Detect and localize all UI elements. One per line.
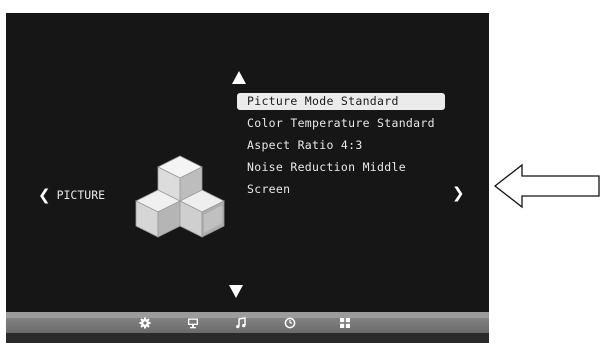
grid-icon[interactable] (339, 317, 351, 329)
clock-icon[interactable] (284, 317, 296, 329)
tv-osd-screen: Picture Mode Standard Color Temperature … (6, 13, 489, 343)
nav-left-label: PICTURE (56, 188, 106, 202)
triangle-up-icon[interactable] (232, 71, 246, 84)
menu-item-color-temperature[interactable]: Color Temperature Standard (235, 113, 445, 135)
nav-left-picture[interactable]: ❮ PICTURE (38, 186, 105, 204)
music-note-icon[interactable] (235, 317, 247, 329)
picture-cubes-icon (135, 155, 225, 238)
triangle-down-icon[interactable] (229, 285, 243, 298)
chevron-right-icon[interactable]: ❯ (452, 183, 465, 202)
menu-item-aspect-ratio[interactable]: Aspect Ratio 4:3 (235, 135, 445, 157)
gear-icon[interactable] (139, 317, 151, 329)
menu-item-screen[interactable]: Screen (235, 179, 445, 201)
menu-item-picture-mode[interactable]: Picture Mode Standard (237, 93, 445, 110)
monitor-icon[interactable] (187, 317, 199, 329)
picture-menu: Picture Mode Standard Color Temperature … (235, 91, 445, 201)
left-arrow-annotation-icon (493, 163, 600, 209)
menu-category-bar (6, 312, 489, 333)
bottom-strip (6, 333, 489, 343)
menu-item-noise-reduction[interactable]: Noise Reduction Middle (235, 157, 445, 179)
chevron-left-icon: ❮ (38, 186, 51, 204)
